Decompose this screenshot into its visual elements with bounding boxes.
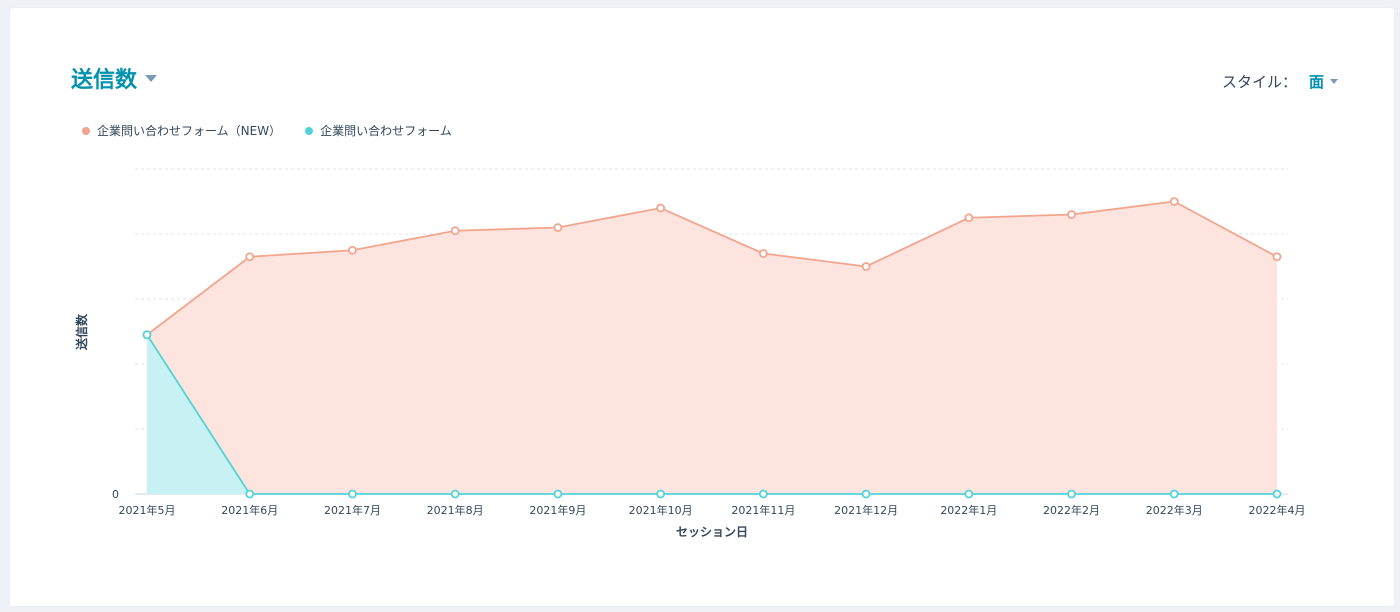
x-tick-label: 2021年8月 <box>427 503 484 517</box>
data-point-series-0 <box>1169 197 1179 206</box>
data-point-series-0 <box>245 252 255 262</box>
data-point-series-1 <box>450 489 460 499</box>
data-point-series-1 <box>656 489 666 499</box>
data-point-series-1 <box>758 489 768 499</box>
x-tick-label: 2022年2月 <box>1043 503 1100 517</box>
area-chart: 02021年5月 2021年6月 2021年7月 2021年8月 2021年9月 2021… <box>74 168 1306 539</box>
data-point-series-1 <box>1272 489 1282 499</box>
x-axis-title: セッション日 <box>676 525 748 539</box>
x-tick-label: 2021年6月 <box>221 503 278 517</box>
data-point-series-1 <box>142 330 152 340</box>
data-point-series-0 <box>553 223 563 232</box>
x-tick-label: 2021年9月 <box>529 503 586 517</box>
data-point-series-1 <box>861 489 871 499</box>
data-point-series-1 <box>1169 489 1179 499</box>
data-point-series-0 <box>758 249 768 258</box>
data-point-series-0 <box>1272 252 1282 262</box>
data-point-series-0 <box>1067 210 1076 219</box>
data-point-series-1 <box>1067 489 1076 499</box>
data-point-series-0 <box>964 213 974 223</box>
y-tick-label: 0 <box>112 488 119 501</box>
x-tick-label: 2022年1月 <box>940 503 997 517</box>
data-point-series-1 <box>245 489 255 499</box>
data-point-series-0 <box>450 226 460 236</box>
x-tick-label: 2022年3月 <box>1146 503 1203 517</box>
data-point-series-1 <box>553 489 563 499</box>
data-point-series-1 <box>348 489 357 499</box>
x-tick-label: 2021年5月 <box>119 503 176 517</box>
data-point-series-0 <box>656 203 666 213</box>
x-tick-label: 2021年12月 <box>834 503 898 517</box>
data-point-series-0 <box>348 245 357 255</box>
x-tick-label: 2021年7月 <box>324 503 381 517</box>
data-point-series-1 <box>964 489 974 499</box>
data-point-series-0 <box>861 262 871 271</box>
x-tick-label: 2022年4月 <box>1249 503 1306 517</box>
y-axis-title: 送信数 <box>74 313 89 351</box>
x-tick-label: 2021年11月 <box>731 503 795 517</box>
series-area-0 <box>147 201 1277 494</box>
x-tick-label: 2021年10月 <box>629 503 693 517</box>
